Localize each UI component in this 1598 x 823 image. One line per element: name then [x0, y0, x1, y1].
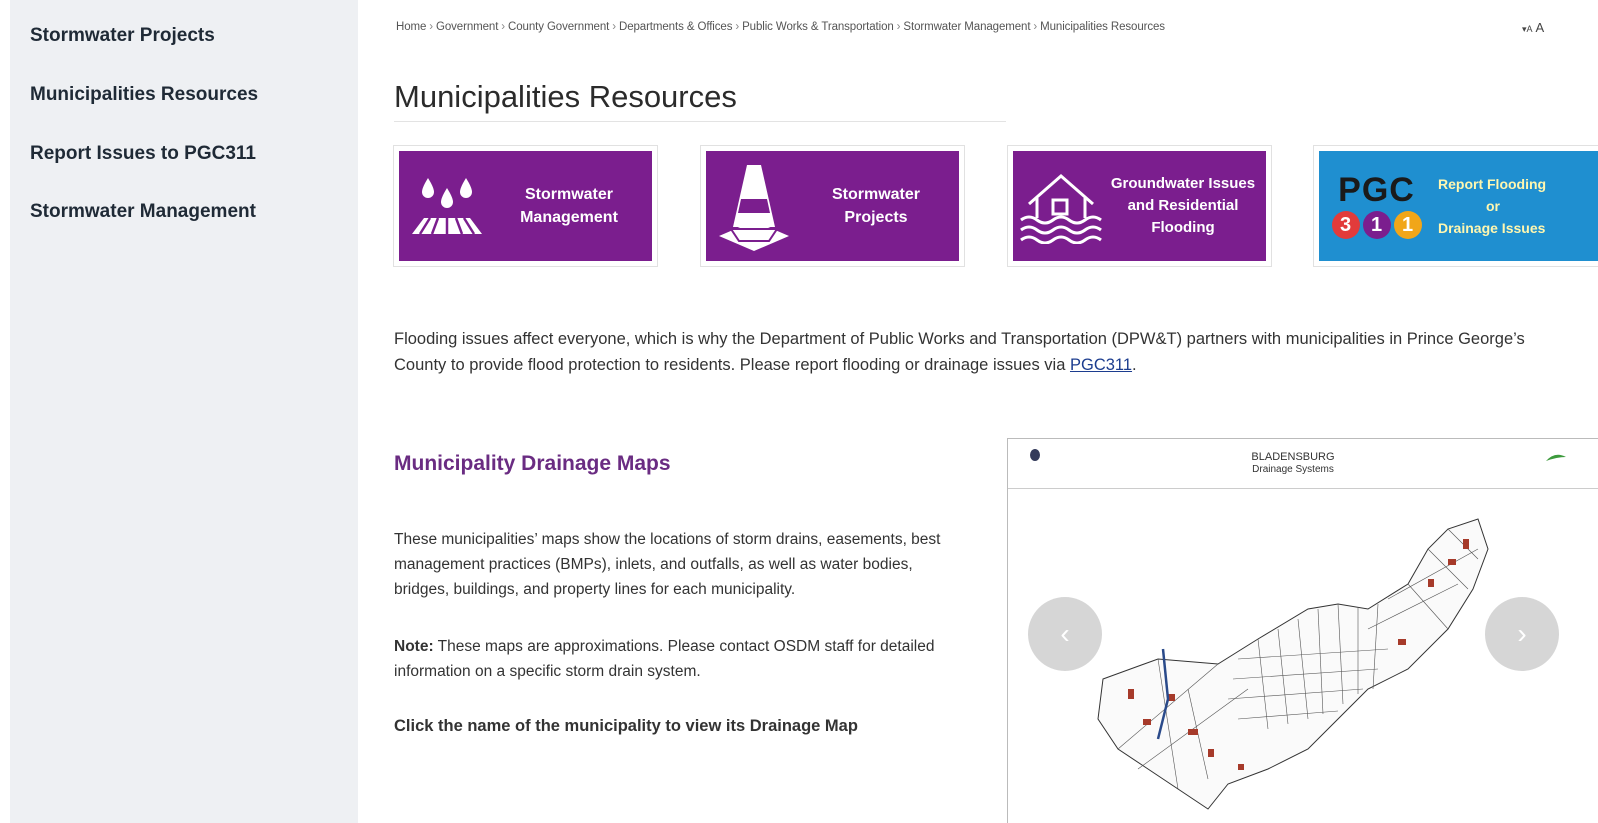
- rain-field-icon: [399, 151, 494, 261]
- breadcrumb-public-works[interactable]: Public Works & Transportation: [742, 21, 894, 33]
- sidebar-item-report-issues[interactable]: Report Issues to PGC311: [30, 143, 256, 165]
- sidebar-item-stormwater-projects[interactable]: Stormwater Projects: [30, 25, 215, 47]
- tile-label-line: Report Flooding: [1438, 176, 1547, 192]
- logo-digit-1: 3: [1331, 211, 1360, 239]
- map-next-button[interactable]: ›: [1485, 597, 1559, 671]
- click-instruction: Click the name of the municipality to vi…: [394, 717, 858, 735]
- tile-label: Report Flooding or Drainage Issues: [1434, 173, 1598, 239]
- logo-digit-2: 1: [1362, 211, 1391, 239]
- tile-label-line: Stormwater: [831, 186, 921, 203]
- tile-report-flooding-button[interactable]: PGC 3 1 1 Report Flooding or Drainage Is…: [1319, 151, 1598, 261]
- tile-label: Stormwater Projects: [801, 183, 959, 229]
- pgc-logo-digits: 3 1 1: [1331, 211, 1422, 239]
- breadcrumb: Home › Government › County Government › Depart…: [396, 21, 1165, 33]
- tile-label: Groundwater Issues and Residential Flood…: [1108, 173, 1266, 239]
- breadcrumb-separator: ›: [612, 21, 616, 33]
- increase-font-button[interactable]: A: [1535, 20, 1544, 35]
- sidebar-item-stormwater-management[interactable]: Stormwater Management: [30, 201, 256, 223]
- decrease-font-button[interactable]: ▾A: [1522, 24, 1533, 34]
- tile-label-line: Groundwater Issues: [1110, 175, 1256, 192]
- intro-text: Flooding issues affect everyone, which i…: [394, 330, 1525, 374]
- drainage-description: These municipalities’ maps show the loca…: [394, 531, 941, 598]
- breadcrumb-separator: ›: [896, 21, 901, 33]
- leaf-logo-icon: [1546, 454, 1566, 461]
- tile-stormwater-projects[interactable]: Stormwater Projects: [700, 145, 965, 267]
- breadcrumb-separator: ›: [429, 21, 434, 33]
- page-title: Municipalities Resources: [394, 79, 737, 114]
- traffic-cone-icon: [706, 151, 801, 261]
- map-subtitle: Drainage Systems: [1252, 464, 1334, 475]
- tile-groundwater-flooding-button[interactable]: Groundwater Issues and Residential Flood…: [1013, 151, 1266, 261]
- chevron-right-icon: ›: [1517, 618, 1527, 649]
- tile-stormwater-management[interactable]: Stormwater Management: [393, 145, 658, 267]
- title-divider: [394, 121, 1006, 122]
- breadcrumb-separator: ›: [735, 21, 740, 33]
- map-prev-button[interactable]: ‹: [1028, 597, 1102, 671]
- tile-stormwater-projects-button[interactable]: Stormwater Projects: [706, 151, 959, 261]
- pgc311-link[interactable]: PGC311: [1070, 356, 1132, 374]
- breadcrumb-separator: ›: [1033, 21, 1038, 33]
- tile-report-flooding[interactable]: PGC 3 1 1 Report Flooding or Drainage Is…: [1313, 145, 1598, 267]
- pgc311-logo: PGC 3 1 1: [1319, 151, 1434, 261]
- tile-stormwater-management-button[interactable]: Stormwater Management: [399, 151, 652, 261]
- map-title: BLADENSBURG: [1251, 451, 1335, 463]
- tile-label-line: Projects: [844, 209, 908, 226]
- map-header: BLADENSBURG Drainage Systems: [1008, 439, 1598, 489]
- breadcrumb-government[interactable]: Government: [436, 21, 498, 33]
- tile-label-line: or: [1486, 198, 1500, 214]
- font-size-tools: ▾A A: [1522, 20, 1544, 35]
- breadcrumb-separator: ›: [501, 21, 506, 33]
- intro-end: .: [1132, 356, 1137, 374]
- tile-label-line: Stormwater: [524, 186, 614, 203]
- breadcrumb-home[interactable]: Home: [396, 21, 426, 33]
- sidebar-edge: [0, 0, 10, 823]
- note-text: These maps are approximations. Please co…: [394, 638, 935, 680]
- logo-digit-3: 1: [1393, 211, 1422, 239]
- tile-label-line: and Residential: [1127, 197, 1239, 214]
- breadcrumb-stormwater-management[interactable]: Stormwater Management: [903, 21, 1030, 33]
- flooded-house-icon: [1013, 151, 1108, 261]
- breadcrumb-current: Municipalities Resources: [1040, 21, 1165, 33]
- county-seal-icon: [1030, 449, 1040, 461]
- tile-label: Stormwater Management: [494, 183, 652, 229]
- intro-paragraph: Flooding issues affect everyone, which i…: [394, 326, 1574, 378]
- tile-groundwater-flooding[interactable]: Groundwater Issues and Residential Flood…: [1007, 145, 1272, 267]
- drainage-note: Note: These maps are approximations. Ple…: [394, 634, 954, 684]
- drainage-map-carousel: BLADENSBURG Drainage Systems ‹ ›: [1007, 438, 1598, 823]
- tile-label-line: Drainage Issues: [1438, 220, 1546, 236]
- sidebar-item-municipalities-resources[interactable]: Municipalities Resources: [30, 84, 258, 106]
- pgc-logo-text: PGC: [1338, 171, 1415, 209]
- sidebar: Stormwater Projects Municipalities Resou…: [0, 0, 358, 823]
- breadcrumb-departments[interactable]: Departments & Offices: [619, 21, 732, 33]
- breadcrumb-county-government[interactable]: County Government: [508, 21, 609, 33]
- note-label: Note:: [394, 638, 434, 655]
- chevron-left-icon: ‹: [1060, 618, 1070, 649]
- section-title: Municipality Drainage Maps: [394, 452, 671, 475]
- tile-label-line: Management: [520, 209, 618, 226]
- tile-label-line: Flooding: [1151, 219, 1215, 236]
